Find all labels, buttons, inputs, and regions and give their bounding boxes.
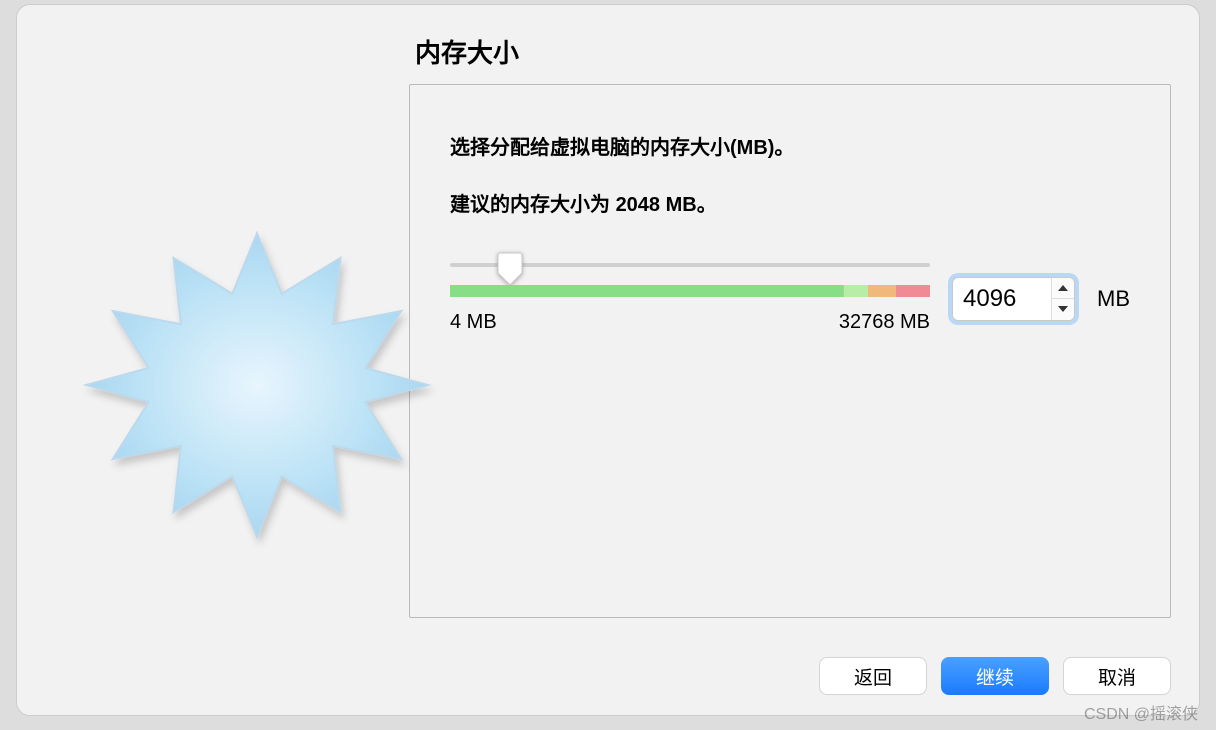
sunburst-icon	[67, 65, 447, 705]
slider-min-label: 4 MB	[450, 311, 497, 334]
suggested-size-text: 建议的内存大小为 2048 MB。	[450, 188, 1130, 217]
stepper-up-button[interactable]	[1052, 278, 1074, 300]
memory-slider[interactable]: 4 MB 32768 MB	[450, 263, 930, 334]
slider-track	[450, 263, 930, 267]
memory-input[interactable]	[953, 279, 1051, 319]
stepper-down-button[interactable]	[1052, 299, 1074, 320]
back-button[interactable]: 返回	[819, 657, 927, 695]
panel-body: 选择分配给虚拟电脑的内存大小(MB)。 建议的内存大小为 2048 MB。	[409, 84, 1171, 618]
watermark-text: CSDN @摇滚侠	[1084, 700, 1198, 724]
memory-stepper	[952, 277, 1075, 321]
slider-thumb[interactable]	[496, 251, 524, 287]
cancel-button[interactable]: 取消	[1063, 657, 1171, 695]
slider-max-label: 32768 MB	[839, 311, 930, 334]
description-text: 选择分配给虚拟电脑的内存大小(MB)。	[450, 131, 1130, 160]
panel-title: 内存大小	[409, 33, 1171, 70]
dialog-footer: 返回 继续 取消	[819, 657, 1171, 695]
unit-label: MB	[1097, 286, 1130, 312]
slider-color-bar	[450, 285, 930, 297]
memory-size-dialog: 内存大小 选择分配给虚拟电脑的内存大小(MB)。 建议的内存大小为 2048 M…	[16, 4, 1200, 716]
continue-button[interactable]: 继续	[941, 657, 1049, 695]
